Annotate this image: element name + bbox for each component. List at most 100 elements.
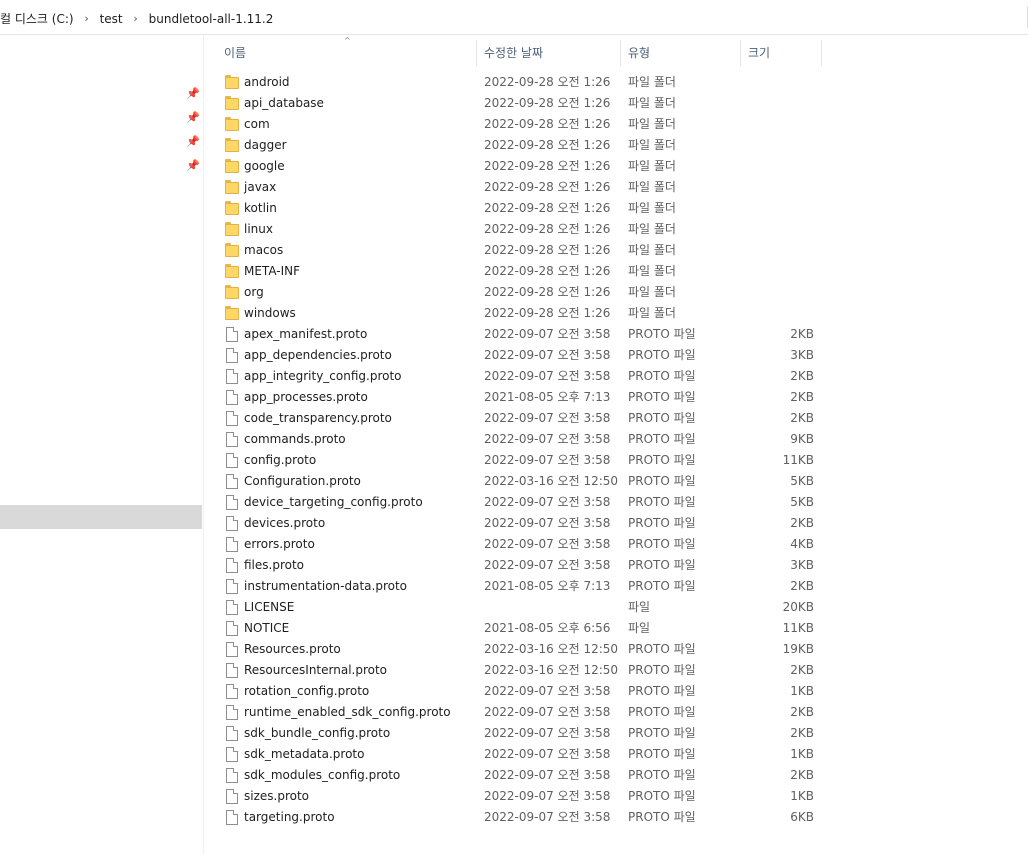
file-row[interactable]: runtime_enabled_sdk_config.proto 2022-09-… bbox=[214, 702, 822, 723]
column-header-name[interactable]: 이름 bbox=[224, 40, 246, 66]
file-row[interactable]: Resources.proto 2022-03-16 오전 12:50 PROTO … bbox=[214, 639, 822, 660]
file-date-modified: 2022-09-07 오전 3:58 bbox=[484, 369, 611, 383]
file-row[interactable]: code_transparency.proto 2022-09-07 오전 3:5… bbox=[214, 408, 822, 429]
file-row[interactable]: apex_manifest.proto 2022-09-07 오전 3:58 PRO… bbox=[214, 324, 822, 345]
file-list: android 2022-09-28 오전 1:26 파일 폴더 api_databa… bbox=[214, 72, 822, 828]
file-size: 9KB bbox=[790, 432, 814, 446]
file-name: files.proto bbox=[244, 558, 305, 572]
file-date-modified: 2022-09-07 오전 3:58 bbox=[484, 558, 611, 572]
file-row[interactable]: ResourcesInternal.proto 2022-03-16 오전 12:… bbox=[214, 660, 822, 681]
address-bar[interactable]: 컬 디스크 (C:) › test › bundletool-all-1.11.2 bbox=[0, 0, 1028, 35]
file-type: 파일 폴더 bbox=[628, 201, 676, 215]
pin-icon[interactable]: 📌 bbox=[186, 111, 200, 125]
file-name: targeting.proto bbox=[244, 810, 335, 824]
column-divider[interactable] bbox=[620, 40, 621, 66]
file-type: PROTO 파일 bbox=[628, 516, 696, 530]
file-row[interactable]: config.proto 2022-09-07 오전 3:58 PROTO 파일 11… bbox=[214, 450, 822, 471]
file-name: linux bbox=[244, 222, 273, 236]
file-date-modified: 2021-08-05 오후 7:13 bbox=[484, 579, 611, 593]
file-size: 2KB bbox=[790, 726, 814, 740]
file-row[interactable]: sdk_bundle_config.proto 2022-09-07 오전 3:5… bbox=[214, 723, 822, 744]
file-row[interactable]: sizes.proto 2022-09-07 오전 3:58 PROTO 파일 1KB bbox=[214, 786, 822, 807]
breadcrumb-test[interactable]: test bbox=[100, 12, 123, 26]
breadcrumb-drive[interactable]: 컬 디스크 (C:) bbox=[0, 10, 74, 27]
file-row[interactable]: targeting.proto 2022-09-07 오전 3:58 PROTO 파… bbox=[214, 807, 822, 828]
file-name: devices.proto bbox=[244, 516, 326, 530]
file-name: com bbox=[244, 117, 270, 131]
chevron-right-icon[interactable]: › bbox=[74, 12, 100, 25]
file-row[interactable]: google 2022-09-28 오전 1:26 파일 폴더 bbox=[214, 156, 822, 177]
file-icon bbox=[225, 663, 239, 678]
file-name: sdk_modules_config.proto bbox=[244, 768, 401, 782]
file-row[interactable]: sdk_modules_config.proto 2022-09-07 오전 3:… bbox=[214, 765, 822, 786]
file-row[interactable]: linux 2022-09-28 오전 1:26 파일 폴더 bbox=[214, 219, 822, 240]
file-row[interactable]: android 2022-09-28 오전 1:26 파일 폴더 bbox=[214, 72, 822, 93]
file-date-modified: 2022-03-16 오전 12:50 bbox=[484, 642, 619, 656]
file-row[interactable]: api_database 2022-09-28 오전 1:26 파일 폴더 bbox=[214, 93, 822, 114]
file-size: 2KB bbox=[790, 327, 814, 341]
file-row[interactable]: app_integrity_config.proto 2022-09-07 오전 … bbox=[214, 366, 822, 387]
file-row[interactable]: instrumentation-data.proto 2021-08-05 오후 … bbox=[214, 576, 822, 597]
column-divider[interactable] bbox=[476, 40, 477, 66]
file-type: 파일 폴더 bbox=[628, 138, 676, 152]
column-divider[interactable] bbox=[740, 40, 741, 66]
file-icon bbox=[225, 789, 239, 804]
navigation-selected-item[interactable] bbox=[0, 505, 202, 529]
file-name: META-INF bbox=[244, 264, 301, 278]
file-type: 파일 폴더 bbox=[628, 96, 676, 110]
folder-icon bbox=[225, 96, 239, 111]
breadcrumb-current-folder[interactable]: bundletool-all-1.11.2 bbox=[149, 12, 274, 26]
file-row[interactable]: rotation_config.proto 2022-09-07 오전 3:58 P… bbox=[214, 681, 822, 702]
folder-icon bbox=[225, 159, 239, 174]
file-size: 6KB bbox=[790, 810, 814, 824]
column-divider[interactable] bbox=[821, 40, 822, 66]
file-row[interactable]: META-INF 2022-09-28 오전 1:26 파일 폴더 bbox=[214, 261, 822, 282]
file-row[interactable]: sdk_metadata.proto 2022-09-07 오전 3:58 PROT… bbox=[214, 744, 822, 765]
pin-icon[interactable]: 📌 bbox=[186, 87, 200, 101]
file-size: 2KB bbox=[790, 516, 814, 530]
file-row[interactable]: LICENSE 파일 20KB bbox=[214, 597, 822, 618]
file-row[interactable]: kotlin 2022-09-28 오전 1:26 파일 폴더 bbox=[214, 198, 822, 219]
column-header-size[interactable]: 크기 bbox=[748, 40, 770, 66]
file-row[interactable]: com 2022-09-28 오전 1:26 파일 폴더 bbox=[214, 114, 822, 135]
file-row[interactable]: macos 2022-09-28 오전 1:26 파일 폴더 bbox=[214, 240, 822, 261]
file-date-modified: 2021-08-05 오후 7:13 bbox=[484, 390, 611, 404]
folder-icon bbox=[225, 180, 239, 195]
folder-icon bbox=[225, 306, 239, 321]
file-row[interactable]: device_targeting_config.proto 2022-09-07 … bbox=[214, 492, 822, 513]
file-name: sizes.proto bbox=[244, 789, 310, 803]
column-header-type[interactable]: 유형 bbox=[628, 40, 650, 66]
pin-icon[interactable]: 📌 bbox=[186, 159, 200, 173]
file-row[interactable]: errors.proto 2022-09-07 오전 3:58 PROTO 파일 4K… bbox=[214, 534, 822, 555]
file-row[interactable]: commands.proto 2022-09-07 오전 3:58 PROTO 파일… bbox=[214, 429, 822, 450]
file-size: 19KB bbox=[782, 642, 814, 656]
file-row[interactable]: app_processes.proto 2021-08-05 오후 7:13 PRO… bbox=[214, 387, 822, 408]
file-size: 3KB bbox=[790, 558, 814, 572]
file-row[interactable]: dagger 2022-09-28 오전 1:26 파일 폴더 bbox=[214, 135, 822, 156]
file-row[interactable]: org 2022-09-28 오전 1:26 파일 폴더 bbox=[214, 282, 822, 303]
pin-icon[interactable]: 📌 bbox=[186, 135, 200, 149]
file-icon bbox=[225, 684, 239, 699]
file-type: 파일 폴더 bbox=[628, 222, 676, 236]
file-row[interactable]: app_dependencies.proto 2022-09-07 오전 3:58… bbox=[214, 345, 822, 366]
column-header-date[interactable]: 수정한 날짜 bbox=[484, 40, 543, 66]
file-row[interactable]: devices.proto 2022-09-07 오전 3:58 PROTO 파일 2… bbox=[214, 513, 822, 534]
file-type: PROTO 파일 bbox=[628, 579, 696, 593]
file-name: Resources.proto bbox=[244, 642, 341, 656]
folder-icon bbox=[225, 264, 239, 279]
pane-divider[interactable] bbox=[203, 35, 204, 854]
navigation-pane: 📌 📌 📌 📌 bbox=[0, 35, 203, 854]
file-type: PROTO 파일 bbox=[628, 642, 696, 656]
file-date-modified: 2022-09-07 오전 3:58 bbox=[484, 495, 611, 509]
file-row[interactable]: windows 2022-09-28 오전 1:26 파일 폴더 bbox=[214, 303, 822, 324]
file-name: android bbox=[244, 75, 290, 89]
file-size: 2KB bbox=[790, 768, 814, 782]
file-name: instrumentation-data.proto bbox=[244, 579, 408, 593]
file-row[interactable]: Configuration.proto 2022-03-16 오전 12:50 PR… bbox=[214, 471, 822, 492]
chevron-right-icon[interactable]: › bbox=[123, 12, 149, 25]
file-icon bbox=[225, 495, 239, 510]
file-name: app_dependencies.proto bbox=[244, 348, 392, 362]
file-row[interactable]: files.proto 2022-09-07 오전 3:58 PROTO 파일 3KB bbox=[214, 555, 822, 576]
file-row[interactable]: NOTICE 2021-08-05 오후 6:56 파일 11KB bbox=[214, 618, 822, 639]
file-row[interactable]: javax 2022-09-28 오전 1:26 파일 폴더 bbox=[214, 177, 822, 198]
